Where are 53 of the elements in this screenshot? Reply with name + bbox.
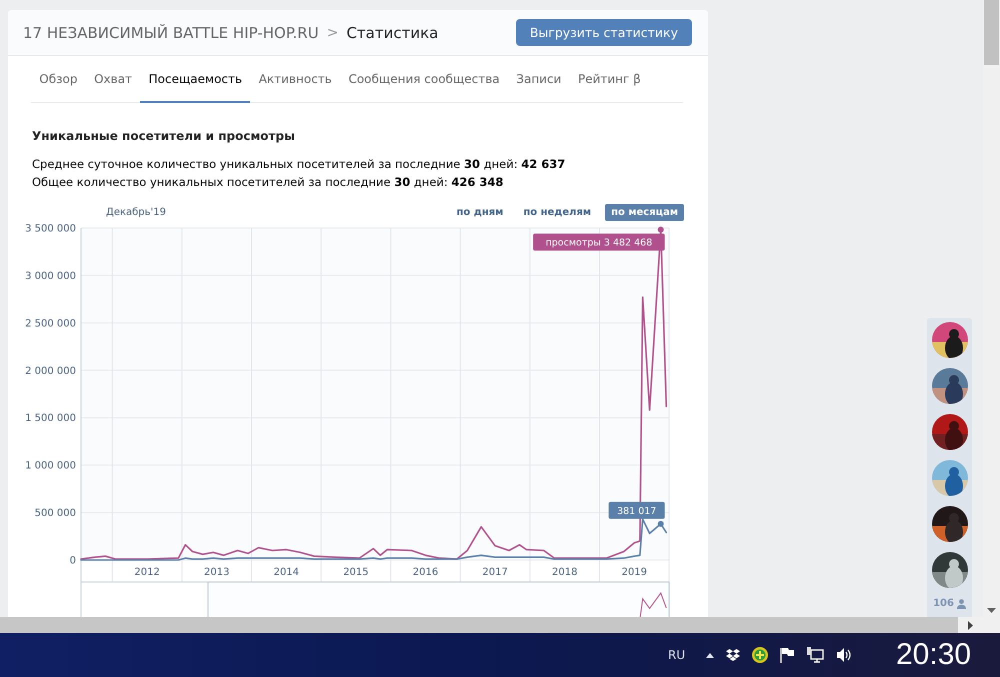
person-icon bbox=[956, 598, 966, 608]
x-axis-label: 2013 bbox=[204, 567, 230, 578]
y-axis-label: 3 500 000 bbox=[25, 224, 76, 234]
period-button[interactable]: по неделям bbox=[517, 204, 598, 220]
tab[interactable]: Обзор bbox=[31, 56, 86, 103]
x-axis-label: 2017 bbox=[482, 567, 508, 578]
scroll-down-icon[interactable] bbox=[987, 608, 996, 613]
tab[interactable]: Рейтинг β bbox=[570, 56, 650, 103]
horizontal-scrollbar[interactable] bbox=[0, 617, 958, 633]
section-title: Уникальные посетители и просмотры bbox=[32, 129, 296, 143]
x-axis-label: 2019 bbox=[622, 567, 648, 578]
clock[interactable]: 20:30 bbox=[896, 638, 972, 672]
export-button[interactable]: Выгрузить статистику bbox=[516, 19, 692, 46]
x-axis-label: 2015 bbox=[343, 567, 369, 578]
plus-circle-icon[interactable] bbox=[752, 647, 768, 663]
tab[interactable]: Активность bbox=[250, 56, 340, 103]
flag-icon[interactable] bbox=[780, 647, 794, 663]
y-axis-label: 1 000 000 bbox=[25, 460, 76, 472]
point-marker bbox=[658, 226, 664, 233]
annotation: просмотры 3 482 468 bbox=[546, 238, 652, 249]
y-axis-label: 3 000 000 bbox=[25, 270, 76, 282]
tab[interactable]: Сообщения сообщества bbox=[340, 56, 508, 103]
annotation: 381 017 bbox=[617, 506, 656, 517]
caret-up-icon[interactable] bbox=[706, 652, 714, 658]
breadcrumb-separator: > bbox=[326, 24, 338, 40]
period-button[interactable]: по месяцам bbox=[605, 204, 684, 220]
scroll-thumb[interactable] bbox=[984, 0, 999, 65]
point-marker bbox=[658, 520, 664, 527]
stat-line: Общее количество уникальных посетителей за последние 30 дней: 426 348 bbox=[32, 174, 504, 191]
speaker-icon[interactable] bbox=[836, 647, 852, 663]
x-axis-label: 2012 bbox=[134, 567, 160, 578]
network-icon[interactable] bbox=[806, 647, 824, 663]
y-axis-label: 1 500 000 bbox=[25, 413, 76, 424]
value-tooltip: просмотры 3 482 468 bbox=[533, 234, 665, 251]
y-axis-label: 0 bbox=[70, 556, 76, 566]
x-axis-label: 2018 bbox=[552, 567, 578, 578]
value-tooltip: 381 017 bbox=[608, 502, 665, 519]
y-axis-label: 2 000 000 bbox=[25, 366, 76, 377]
y-axis-label: 2 500 000 bbox=[25, 318, 76, 330]
language-indicator[interactable]: RU bbox=[668, 648, 706, 662]
scroll-right-icon[interactable] bbox=[968, 620, 973, 630]
y-axis-label: 500 000 bbox=[34, 508, 76, 520]
x-axis-label: 2016 bbox=[412, 567, 438, 578]
page-title: Статистика bbox=[346, 24, 440, 42]
community-link[interactable]: 17 НЕЗАВИСИМЫЙ BATTLE HIP-HOP.RU bbox=[23, 24, 319, 42]
period-label: Декабрь'19 bbox=[106, 206, 168, 218]
tab[interactable]: Посещаемость bbox=[140, 56, 250, 103]
stat-line: Среднее суточное количество уникальных посетителей за последние 30 дней: 42 637 bbox=[32, 156, 566, 173]
dropbox-icon[interactable] bbox=[726, 649, 740, 661]
tab[interactable]: Записи bbox=[508, 56, 570, 103]
period-button[interactable]: по дням bbox=[450, 204, 510, 220]
x-axis-label: 2014 bbox=[274, 567, 300, 578]
tab[interactable]: Охват bbox=[86, 56, 140, 103]
